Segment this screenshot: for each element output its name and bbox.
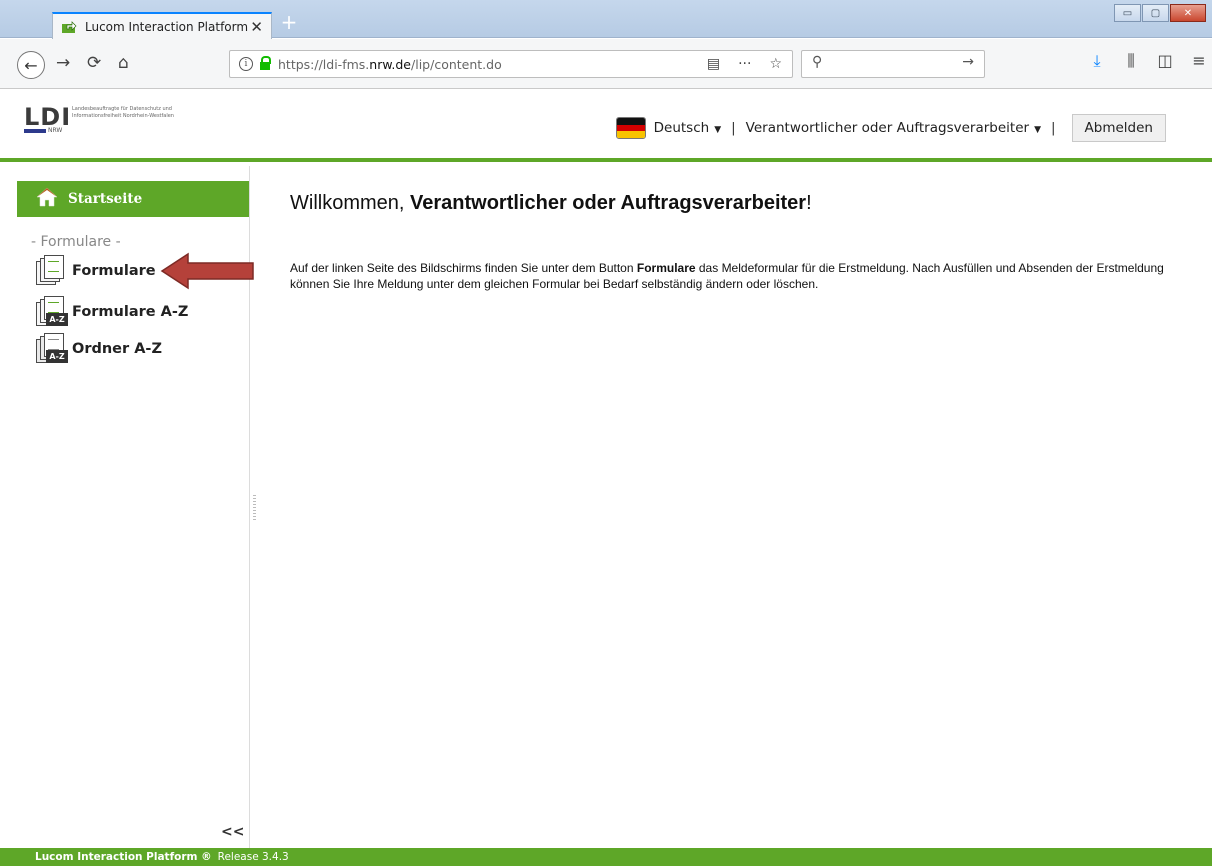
sidebar-item-ordner-az[interactable]: A-Z Ordner A-Z — [35, 333, 162, 365]
page-actions-icon[interactable]: ··· — [738, 56, 751, 72]
search-go-icon[interactable]: → — [962, 54, 974, 70]
home-nav-button[interactable]: Startseite — [17, 181, 249, 217]
library-icon[interactable]: ⫼ — [1114, 51, 1148, 71]
welcome-suffix: ! — [806, 192, 812, 214]
logo-text: LDI — [24, 103, 72, 131]
tab-close-icon[interactable]: ✕ — [250, 18, 263, 36]
url-actions: ▤ ··· ☆ — [689, 56, 792, 72]
info-text: Auf der linken Seite des Bildschirms fin… — [290, 260, 1170, 292]
info-text-part1: Auf der linken Seite des Bildschirms fin… — [290, 261, 637, 275]
sidebar-item-label: Formulare A-Z — [72, 304, 189, 320]
language-label: Deutsch — [653, 120, 710, 136]
back-button[interactable]: ← — [17, 51, 45, 79]
toolbar-icons: ⤓ ⫼ ◫ ≡ — [1080, 51, 1212, 71]
logo-bar — [24, 129, 46, 133]
az-badge: A-Z — [46, 350, 68, 363]
header-separator: | — [731, 120, 736, 136]
collapse-sidebar-button[interactable]: << — [221, 824, 244, 840]
forms-icon — [35, 255, 68, 287]
sidebar: Startseite - Formulare - Formulare A-Z F… — [0, 166, 254, 848]
tab-favicon-icon — [61, 20, 77, 34]
url-text[interactable]: https://ldi-fms.nrw.de/lip/content.do — [278, 57, 502, 72]
header-controls: Deutsch ▼ | Verantwortlicher oder Auftrag… — [615, 114, 1166, 142]
browser-window: Lucom Interaction Platform ✕ + ▭ ▢ ✕ ← →… — [0, 0, 1212, 866]
az-badge: A-Z — [46, 313, 68, 326]
forms-az-icon: A-Z — [35, 296, 68, 328]
role-label: Verantwortlicher oder Auftragsverarbeite… — [745, 120, 1030, 136]
search-icon: ⚲ — [812, 54, 823, 70]
logo-subtitle: Landesbeauftragte für Datenschutz und In… — [72, 106, 174, 119]
home-label: Startseite — [68, 191, 143, 207]
sidebar-item-formulare[interactable]: Formulare — [35, 255, 156, 287]
maximize-button[interactable]: ▢ — [1142, 4, 1169, 22]
reader-view-icon[interactable]: ▤ — [707, 56, 720, 72]
sidebar-item-label: Ordner A-Z — [72, 341, 162, 357]
download-icon[interactable]: ⤓ — [1080, 51, 1114, 71]
new-tab-button[interactable]: + — [278, 12, 300, 34]
url-domain: nrw.de — [369, 56, 412, 72]
sidebar-toggle-icon[interactable]: ◫ — [1148, 51, 1182, 71]
red-arrow-icon — [160, 252, 254, 290]
logo-region: NRW — [48, 127, 63, 134]
welcome-prefix: Willkommen, — [290, 192, 411, 214]
window-controls: ▭ ▢ ✕ — [1113, 4, 1206, 22]
lock-icon — [260, 56, 271, 70]
minimize-button[interactable]: ▭ — [1114, 4, 1141, 22]
forward-button[interactable]: → — [56, 53, 70, 73]
sidebar-resize-handle[interactable] — [253, 495, 256, 521]
house-icon — [36, 187, 58, 212]
reload-button[interactable]: ⟳ — [87, 53, 101, 73]
browser-tab[interactable]: Lucom Interaction Platform ✕ — [52, 12, 272, 39]
footer-release: Release 3.4.3 — [217, 851, 289, 863]
sidebar-item-label: Formulare — [72, 263, 156, 279]
caret-down-icon: ▼ — [714, 125, 722, 135]
ldi-logo[interactable]: LDI NRW Landesbeauftragte für Datenschut… — [24, 105, 204, 137]
footer-brand: Lucom Interaction Platform ® — [35, 851, 212, 863]
folders-az-icon: A-Z — [35, 333, 68, 365]
arrow-left-icon: ← — [24, 55, 38, 75]
search-input[interactable]: ⚲ → — [801, 50, 985, 78]
sidebar-item-formulare-az[interactable]: A-Z Formulare A-Z — [35, 296, 188, 328]
logout-button[interactable]: Abmelden — [1071, 114, 1166, 142]
url-path: /lip/content.do — [411, 56, 502, 72]
tab-title: Lucom Interaction Platform — [85, 19, 249, 34]
home-button[interactable]: ⌂ — [118, 53, 129, 73]
header-separator: | — [1050, 120, 1056, 136]
welcome-heading: Willkommen, Verantwortlicher oder Auftra… — [290, 192, 812, 215]
browser-titlebar: Lucom Interaction Platform ✕ + ▭ ▢ ✕ — [0, 0, 1212, 39]
address-bar[interactable]: i https://ldi-fms.nrw.de/lip/content.do … — [229, 50, 793, 78]
german-flag-icon — [615, 117, 646, 139]
browser-navbar: ← → ⟳ ⌂ i https://ldi-fms.nrw.de/lip/con… — [0, 39, 1212, 89]
url-prefix: https://ldi-fms. — [278, 56, 370, 72]
page-header: LDI NRW Landesbeauftragte für Datenschut… — [0, 90, 1212, 162]
menu-icon[interactable]: ≡ — [1182, 51, 1212, 71]
close-window-button[interactable]: ✕ — [1170, 4, 1206, 22]
info-icon[interactable]: i — [239, 57, 253, 71]
welcome-role: Verantwortlicher oder Auftragsverarbeite… — [410, 192, 807, 214]
footer: Lucom Interaction Platform ® Release 3.4… — [0, 848, 1212, 866]
section-label: - Formulare - — [31, 234, 121, 250]
info-text-bold: Formulare — [636, 261, 696, 275]
caret-down-icon: ▼ — [1034, 125, 1041, 135]
role-selector[interactable]: Verantwortlicher oder Auftragsverarbeite… — [746, 120, 1041, 136]
bookmark-star-icon[interactable]: ☆ — [769, 56, 782, 72]
language-selector[interactable]: Deutsch ▼ — [654, 120, 721, 136]
